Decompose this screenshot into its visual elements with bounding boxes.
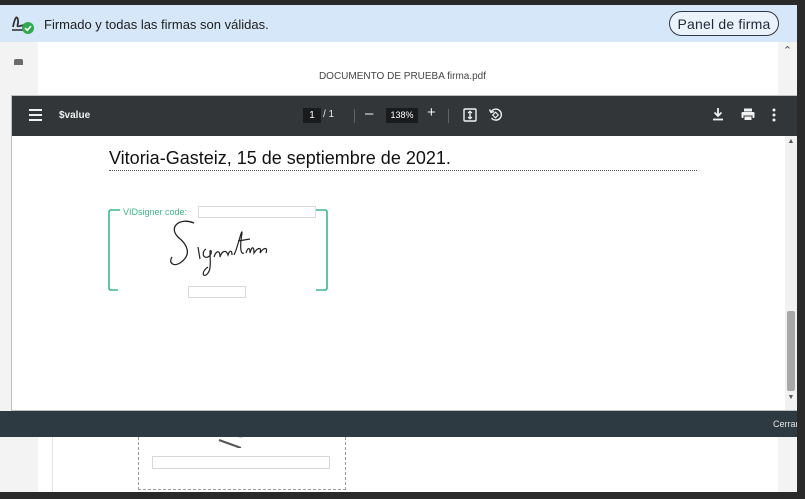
print-icon[interactable]: [741, 108, 755, 121]
toolbar-divider: [354, 109, 355, 123]
place-date-text: Vitoria-Gasteiz, 15 de septiembre de 202…: [109, 148, 451, 168]
scrollbar-thumb[interactable]: [787, 311, 795, 391]
pdf-page: Vitoria-Gasteiz, 15 de septiembre de 202…: [12, 136, 785, 410]
dotted-underline: [109, 170, 697, 171]
signature-status-banner: Firmado y todas las firmas son válidas. …: [0, 5, 797, 42]
pdf-viewer: $value 1 / 1 – 138% + Vitoria-Gasteiz, 1…: [11, 95, 798, 411]
hamburger-menu-icon[interactable]: [29, 109, 42, 121]
scroll-up-icon[interactable]: ▲: [785, 138, 797, 145]
signature-status-text: Firmado y todas las firmas son válidas.: [44, 17, 269, 32]
viewer-footer-bar: Cerrar: [0, 411, 805, 437]
minus-icon[interactable]: –: [365, 105, 373, 122]
viewer-title: $value: [59, 110, 91, 121]
app-window: ⌃ Firmado y todas las firmas son válidas…: [0, 0, 805, 499]
download-icon[interactable]: [712, 107, 724, 121]
signature-date-field[interactable]: [188, 286, 246, 298]
signature-block: VIDsigner code:: [108, 206, 328, 298]
handwritten-signature: [170, 220, 268, 276]
window-edge: [0, 492, 805, 499]
rotate-icon[interactable]: [488, 107, 503, 122]
thumbnail-marker: [14, 59, 23, 65]
scroll-up-icon[interactable]: ⌃: [778, 44, 797, 60]
background-input-field[interactable]: [152, 456, 330, 469]
current-page-input[interactable]: 1: [303, 108, 321, 123]
document-title: DOCUMENTO DE PRUEBA firma.pdf: [318, 71, 487, 82]
more-vertical-icon[interactable]: [772, 108, 776, 122]
toolbar-divider: [448, 109, 449, 123]
plus-icon[interactable]: +: [427, 104, 436, 121]
signature-panel-button[interactable]: Panel de firma: [669, 11, 779, 36]
close-button[interactable]: Cerrar: [773, 419, 799, 429]
pdf-toolbar: $value 1 / 1 – 138% +: [12, 96, 797, 136]
page-count: / 1: [323, 109, 335, 120]
zoom-level-input[interactable]: 138%: [386, 108, 418, 123]
signature-valid-icon: [12, 16, 34, 34]
fit-page-icon[interactable]: [463, 108, 477, 122]
viewer-scrollbar[interactable]: ▲ ▼: [785, 136, 797, 410]
scroll-down-icon[interactable]: ▼: [785, 394, 797, 401]
window-edge: [797, 0, 805, 499]
